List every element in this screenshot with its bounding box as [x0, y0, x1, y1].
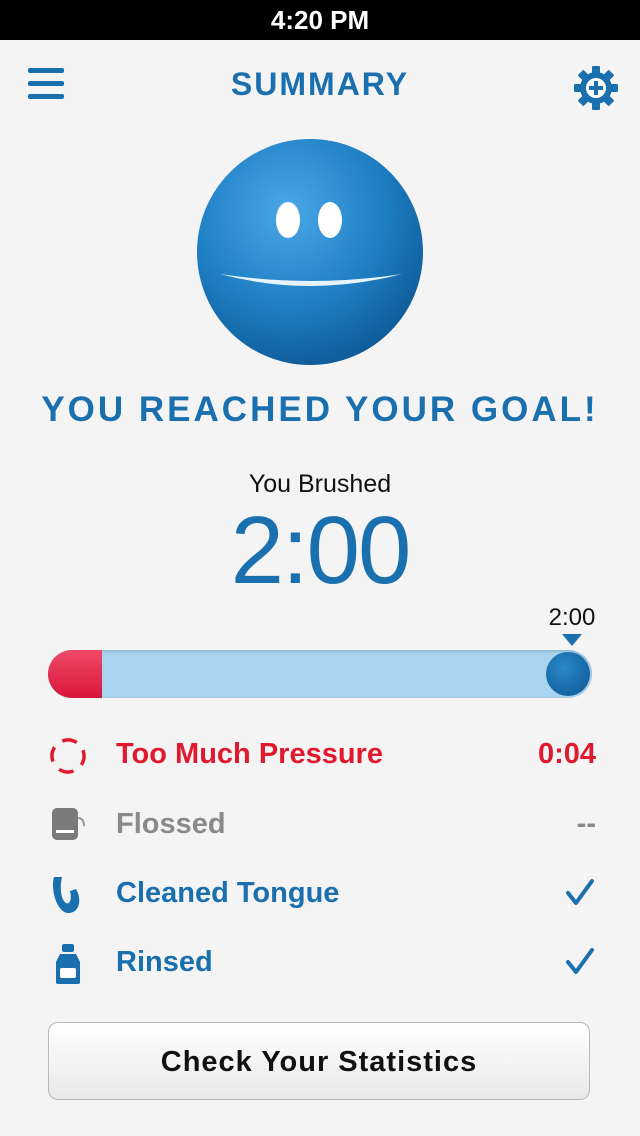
settings-gear-icon[interactable]	[572, 64, 620, 112]
stat-row-pressure: Too Much Pressure 0:04	[0, 724, 640, 784]
stat-row-flossed: Flossed --	[0, 794, 640, 854]
page-title: SUMMARY	[230, 66, 410, 102]
stat-row-rinsed: Rinsed	[0, 932, 640, 992]
brushing-progress-bar	[48, 650, 592, 698]
stat-value-flossed: --	[576, 808, 596, 840]
brushed-time: 2:00	[230, 497, 412, 604]
check-statistics-button[interactable]: Check Your Statistics	[48, 1022, 590, 1100]
pressure-icon	[46, 734, 90, 778]
brushed-label: You Brushed	[248, 470, 392, 498]
stat-value-pressure: 0:04	[537, 738, 596, 770]
status-bar: 4:20 PM	[0, 0, 640, 40]
tongue-icon	[46, 873, 90, 917]
floss-icon	[46, 804, 90, 848]
stat-row-tongue: Cleaned Tongue	[0, 863, 640, 923]
progress-marker-label: 2:00	[548, 604, 596, 631]
progress-knob	[546, 652, 590, 696]
checkmark-icon	[562, 944, 598, 980]
stat-label-rinsed: Rinsed	[116, 946, 213, 978]
goal-message: YOU REACHED YOUR GOAL!	[41, 390, 599, 429]
stat-label-flossed: Flossed	[116, 808, 226, 840]
checkmark-icon	[562, 875, 598, 911]
stat-label-pressure: Too Much Pressure	[116, 738, 383, 770]
status-time: 4:20 PM	[270, 5, 370, 35]
rinse-bottle-icon	[46, 942, 90, 986]
progress-marker-pointer	[562, 634, 582, 646]
nav-bar: SUMMARY	[0, 40, 640, 132]
pressure-segment	[48, 650, 102, 698]
smiley-face-icon	[196, 138, 424, 366]
stat-label-tongue: Cleaned Tongue	[116, 877, 340, 909]
